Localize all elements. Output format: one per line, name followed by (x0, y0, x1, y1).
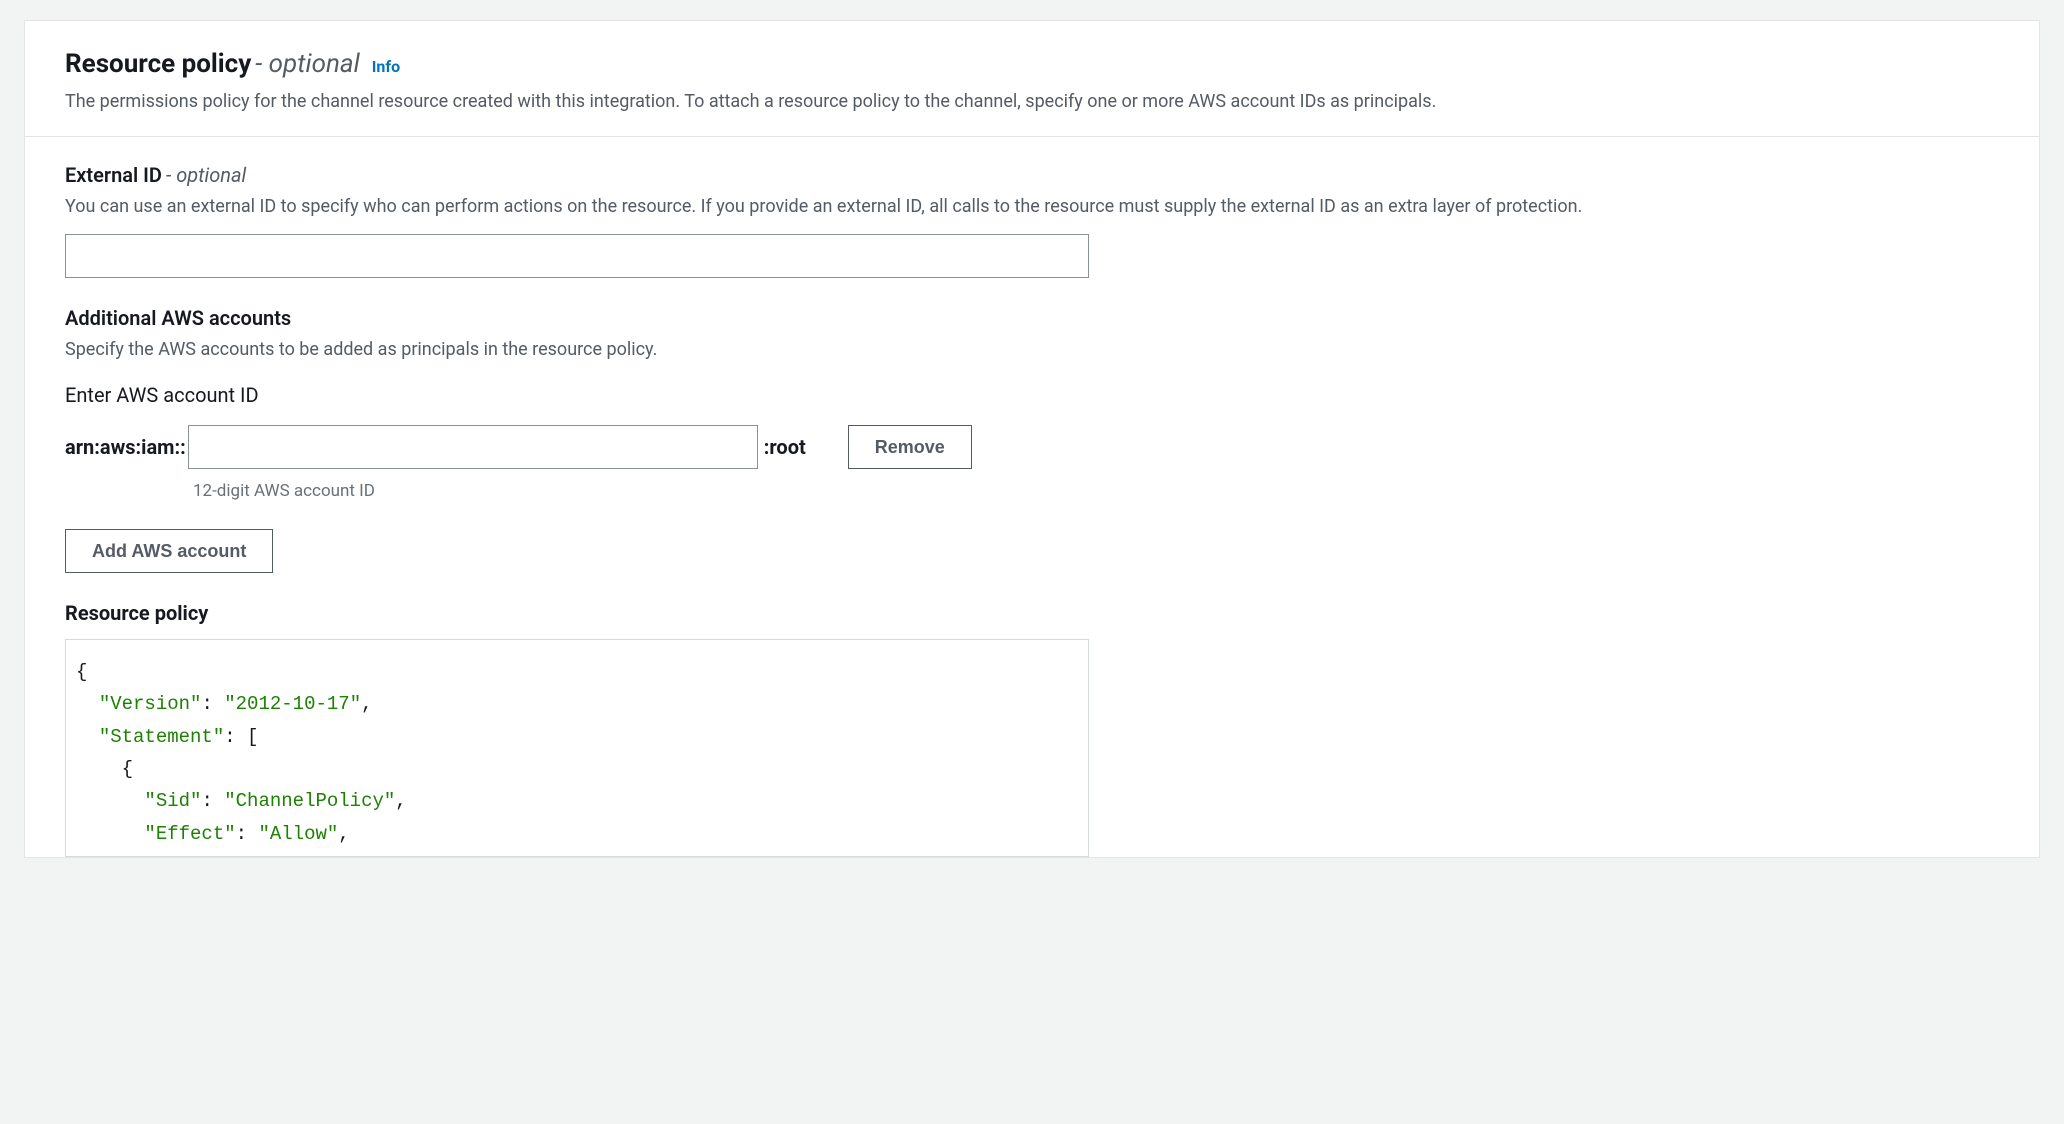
arn-prefix: arn:aws:iam:: (65, 435, 186, 459)
arn-suffix: :root (764, 435, 806, 459)
account-id-hint: 12-digit AWS account ID (193, 481, 1999, 501)
additional-accounts-group: Additional AWS accounts Specify the AWS … (65, 306, 1999, 573)
external-id-label: External ID (65, 163, 162, 187)
additional-accounts-label: Additional AWS accounts (65, 306, 291, 330)
resource-policy-code: { "Version": "2012-10-17", "Statement": … (65, 639, 1089, 857)
resource-policy-panel: Resource policy - optional Info The perm… (24, 20, 2040, 858)
enter-account-label: Enter AWS account ID (65, 383, 1999, 407)
add-account-button[interactable]: Add AWS account (65, 529, 273, 573)
external-id-description: You can use an external ID to specify wh… (65, 193, 1999, 220)
resource-policy-label: Resource policy (65, 601, 1999, 625)
account-row: arn:aws:iam:: :root Remove (65, 425, 1999, 469)
external-id-optional: - optional (166, 163, 246, 187)
resource-policy-group: Resource policy { "Version": "2012-10-17… (65, 601, 1999, 857)
external-id-group: External ID - optional You can use an ex… (65, 163, 1999, 278)
remove-account-button[interactable]: Remove (848, 425, 972, 469)
panel-header: Resource policy - optional Info The perm… (25, 21, 2039, 137)
panel-title-optional: - optional (255, 49, 359, 79)
panel-description: The permissions policy for the channel r… (65, 89, 1999, 114)
info-link[interactable]: Info (372, 57, 400, 76)
external-id-input[interactable] (65, 234, 1089, 278)
additional-accounts-description: Specify the AWS accounts to be added as … (65, 336, 1999, 363)
account-id-input[interactable] (188, 425, 758, 469)
panel-title: Resource policy (65, 49, 251, 79)
panel-body: External ID - optional You can use an ex… (25, 137, 2039, 857)
